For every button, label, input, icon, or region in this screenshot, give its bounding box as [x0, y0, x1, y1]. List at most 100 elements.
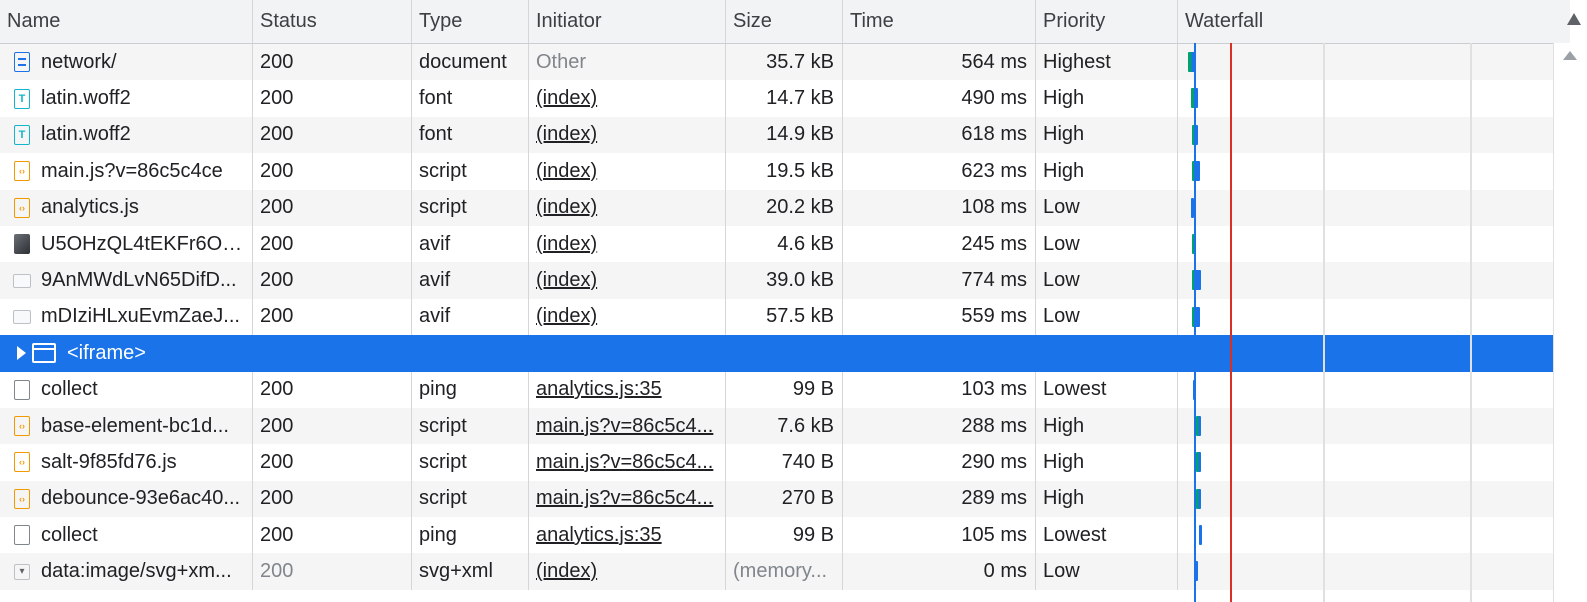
- initiator-link[interactable]: (index): [536, 305, 597, 328]
- priority-cell: High: [1036, 480, 1178, 518]
- table-row[interactable]: network/ 200 document Other 35.7 kB 564 …: [0, 44, 1570, 81]
- initiator-link[interactable]: (index): [536, 560, 597, 583]
- status-cell: 200: [253, 553, 412, 590]
- request-name: analytics.js: [41, 196, 139, 219]
- column-header-initiator[interactable]: Initiator: [529, 0, 726, 43]
- type-cell: svg+xml: [412, 553, 529, 590]
- initiator-cell[interactable]: (index): [529, 553, 726, 590]
- column-header-status[interactable]: Status: [253, 0, 412, 43]
- size-cell: 99 B: [726, 371, 843, 408]
- request-name: U5OHzQL4tEKFr6OF...: [41, 232, 246, 255]
- size-cell: 20.2 kB: [726, 189, 843, 226]
- column-header-waterfall[interactable]: Waterfall: [1178, 0, 1570, 43]
- priority-cell: High: [1036, 407, 1178, 445]
- size-cell: 57.5 kB: [726, 298, 843, 336]
- script-icon: ‹›: [14, 416, 30, 437]
- initiator-cell[interactable]: main.js?v=86c5c4...: [529, 444, 726, 481]
- initiator-link[interactable]: (index): [536, 196, 597, 219]
- status-cell: [253, 335, 412, 372]
- time-cell: 0 ms: [843, 553, 1036, 590]
- type-cell: ping: [412, 517, 529, 554]
- initiator-cell[interactable]: (index): [529, 298, 726, 336]
- initiator-link[interactable]: (index): [536, 123, 597, 146]
- table-row[interactable]: U5OHzQL4tEKFr6OF... 200 avif (index) 4.6…: [0, 225, 1570, 263]
- waterfall-cell: [1178, 153, 1570, 189]
- status-cell: 200: [253, 407, 412, 445]
- initiator-cell[interactable]: (index): [529, 80, 726, 117]
- initiator-cell[interactable]: (index): [529, 225, 726, 263]
- vertical-scrollbar[interactable]: [1553, 43, 1587, 602]
- waterfall-cell: [1178, 262, 1570, 298]
- table-row[interactable]: ‹› main.js?v=86c5c4ce 200 script (index) …: [0, 153, 1570, 190]
- table-row[interactable]: collect 200 ping analytics.js:35 99 B 10…: [0, 371, 1570, 408]
- column-header-waterfall-label: Waterfall: [1185, 10, 1264, 32]
- initiator-cell[interactable]: (index): [529, 262, 726, 299]
- column-header-size-label: Size: [733, 10, 772, 32]
- status-cell: 200: [253, 371, 412, 408]
- table-row-iframe-group[interactable]: <iframe>: [0, 335, 1570, 372]
- time-cell: 245 ms: [843, 225, 1036, 263]
- column-header-name-label: Name: [7, 10, 61, 32]
- name-cell: Tlatin.woff2: [0, 80, 253, 117]
- initiator-link[interactable]: main.js?v=86c5c4...: [536, 415, 713, 438]
- request-name: <iframe>: [67, 341, 146, 364]
- sort-ascending-icon[interactable]: [1567, 13, 1581, 25]
- initiator-link[interactable]: (index): [536, 160, 597, 183]
- initiator-cell[interactable]: (index): [529, 116, 726, 154]
- initiator-link[interactable]: (index): [536, 87, 597, 110]
- document-icon: [14, 52, 30, 73]
- initiator-link[interactable]: main.js?v=86c5c4...: [536, 487, 713, 510]
- table-row[interactable]: 9AnMWdLvN65DifD... 200 avif (index) 39.0…: [0, 262, 1570, 299]
- initiator-link[interactable]: (index): [536, 269, 597, 292]
- initiator-link[interactable]: analytics.js:35: [536, 524, 662, 547]
- column-header-name[interactable]: Name: [0, 0, 253, 43]
- column-header-priority-label: Priority: [1043, 10, 1106, 32]
- expand-triangle-icon[interactable]: [17, 346, 26, 361]
- size-cell: 14.7 kB: [726, 80, 843, 117]
- column-header-status-label: Status: [260, 10, 317, 32]
- initiator-cell[interactable]: analytics.js:35: [529, 371, 726, 408]
- status-cell: 200: [253, 298, 412, 336]
- name-cell: network/: [0, 44, 253, 81]
- column-header-priority[interactable]: Priority: [1036, 0, 1178, 43]
- priority-cell: Lowest: [1036, 371, 1178, 408]
- table-row[interactable]: ‹› debounce-93e6ac40... 200 script main.j…: [0, 480, 1570, 518]
- table-row[interactable]: ‹› analytics.js 200 script (index) 20.2 k…: [0, 189, 1570, 226]
- column-header-type[interactable]: Type: [412, 0, 529, 43]
- size-cell: 35.7 kB: [726, 44, 843, 81]
- request-name: base-element-bc1d...: [41, 414, 229, 437]
- waterfall-bar: [1188, 52, 1195, 72]
- initiator-link[interactable]: main.js?v=86c5c4...: [536, 451, 713, 474]
- initiator-cell[interactable]: analytics.js:35: [529, 517, 726, 554]
- waterfall-bar: [1193, 379, 1196, 400]
- initiator-cell[interactable]: (index): [529, 189, 726, 226]
- status-cell: 200: [253, 262, 412, 299]
- initiator-cell[interactable]: (index): [529, 153, 726, 190]
- script-icon: ‹›: [14, 452, 30, 473]
- table-row[interactable]: Tlatin.woff2 200 font (index) 14.7 kB 49…: [0, 80, 1570, 117]
- table-row[interactable]: collect 200 ping analytics.js:35 99 B 10…: [0, 517, 1570, 554]
- initiator-cell[interactable]: main.js?v=86c5c4...: [529, 407, 726, 445]
- type-cell: script: [412, 480, 529, 518]
- table-row[interactable]: ‹› salt-9f85fd76.js 200 script main.js?v=…: [0, 444, 1570, 481]
- initiator-cell[interactable]: main.js?v=86c5c4...: [529, 480, 726, 518]
- table-row[interactable]: Tlatin.woff2 200 font (index) 14.9 kB 61…: [0, 116, 1570, 154]
- type-cell: avif: [412, 298, 529, 336]
- size-cell: 99 B: [726, 517, 843, 554]
- initiator-link[interactable]: analytics.js:35: [536, 378, 662, 401]
- request-name: collect: [41, 378, 98, 401]
- request-name: main.js?v=86c5c4ce: [41, 159, 223, 182]
- priority-cell: High: [1036, 444, 1178, 481]
- size-cell: 7.6 kB: [726, 407, 843, 445]
- status-cell: 200: [253, 189, 412, 226]
- name-cell: ‹› base-element-bc1d...: [0, 407, 253, 445]
- scroll-up-arrow-icon[interactable]: [1563, 51, 1577, 60]
- initiator-link[interactable]: (index): [536, 233, 597, 256]
- table-row[interactable]: mDIziHLxuEvmZaeJ... 200 avif (index) 57.…: [0, 298, 1570, 336]
- table-row[interactable]: ‹› base-element-bc1d... 200 script main.j…: [0, 407, 1570, 445]
- column-header-time[interactable]: Time: [843, 0, 1036, 43]
- network-request-table: Name Status Type Initiator Size Time Pri…: [0, 0, 1570, 590]
- type-cell: avif: [412, 225, 529, 263]
- table-row[interactable]: data:image/svg+xm... 200 svg+xml (index)…: [0, 553, 1570, 590]
- column-header-size[interactable]: Size: [726, 0, 843, 43]
